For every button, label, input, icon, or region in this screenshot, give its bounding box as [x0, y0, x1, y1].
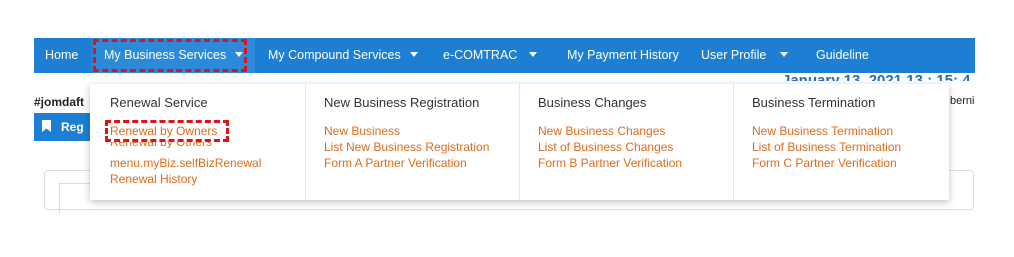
content-inner-panel: [59, 183, 90, 214]
chevron-down-icon: [780, 52, 789, 58]
column-title-new-business-registration: New Business Registration: [324, 95, 480, 110]
nav-user-profile[interactable]: User Profile: [701, 38, 789, 73]
nav-my-compound-services-label: My Compound Services: [268, 48, 401, 62]
link-form-a-partner-verification[interactable]: Form A Partner Verification: [324, 156, 467, 170]
nav-home-label: Home: [45, 48, 79, 62]
nav-my-business-services[interactable]: My Business Services: [92, 38, 256, 73]
link-form-c-partner-verification[interactable]: Form C Partner Verification: [752, 156, 897, 170]
nav-my-payment-history-label: My Payment History: [567, 48, 679, 62]
main-navbar: Home My Business Services My Compound Se…: [34, 38, 975, 73]
dropdown-column-new-business: New Business Registration New Business L…: [305, 84, 519, 200]
nav-my-business-services-label: My Business Services: [104, 48, 227, 62]
hashtag-text: #jomdaft: [34, 95, 85, 109]
nav-home[interactable]: Home: [45, 38, 78, 73]
link-renewal-history[interactable]: Renewal History: [110, 172, 197, 186]
link-list-of-business-changes[interactable]: List of Business Changes: [538, 140, 673, 154]
link-renewal-by-others[interactable]: Renewal by Others: [110, 139, 212, 148]
dropdown-column-business-termination: Business Termination New Business Termin…: [733, 84, 949, 200]
link-list-new-business-registration[interactable]: List New Business Registration: [324, 140, 489, 154]
link-new-business[interactable]: New Business: [324, 124, 400, 138]
column-title-business-changes: Business Changes: [538, 95, 647, 110]
link-form-b-partner-verification[interactable]: Form B Partner Verification: [538, 156, 682, 170]
column-title-renewal-service: Renewal Service: [110, 95, 208, 110]
column-title-business-termination: Business Termination: [752, 95, 876, 110]
nav-guideline[interactable]: Guideline: [816, 38, 869, 73]
chevron-down-icon: [409, 52, 418, 58]
chevron-down-icon: [529, 52, 538, 58]
link-self-biz-renewal[interactable]: menu.myBiz.selfBizRenewal: [110, 156, 261, 170]
nav-my-payment-history[interactable]: My Payment History: [567, 38, 679, 73]
link-list-of-business-termination[interactable]: List of Business Termination: [752, 140, 901, 154]
register-button-label: Reg: [61, 120, 84, 134]
link-new-business-changes[interactable]: New Business Changes: [538, 124, 665, 138]
link-renewal-by-owners-highlighted[interactable]: Renewal by Owners: [110, 124, 217, 138]
date-time-display: January 13, 2021 13 : 15: 4: [782, 72, 971, 81]
right-fragment-text: bernia: [950, 95, 975, 107]
link-new-business-termination[interactable]: New Business Termination: [752, 124, 893, 138]
nav-user-profile-label: User Profile: [701, 48, 767, 62]
nav-e-comtrac-label: e-COMTRAC: [443, 48, 518, 62]
nav-e-comtrac[interactable]: e-COMTRAC: [443, 38, 538, 73]
dropdown-column-renewal: Renewal Service Renewal by Owners Renewa…: [90, 84, 305, 200]
chevron-down-icon: [235, 52, 244, 58]
nav-guideline-label: Guideline: [816, 48, 869, 62]
nav-my-compound-services[interactable]: My Compound Services: [268, 38, 418, 73]
register-button[interactable]: Reg: [34, 113, 94, 141]
dropdown-column-business-changes: Business Changes New Business Changes Li…: [519, 84, 733, 200]
bookmark-icon: [42, 114, 51, 142]
business-services-dropdown: Renewal Service Renewal by Owners Renewa…: [90, 84, 949, 200]
